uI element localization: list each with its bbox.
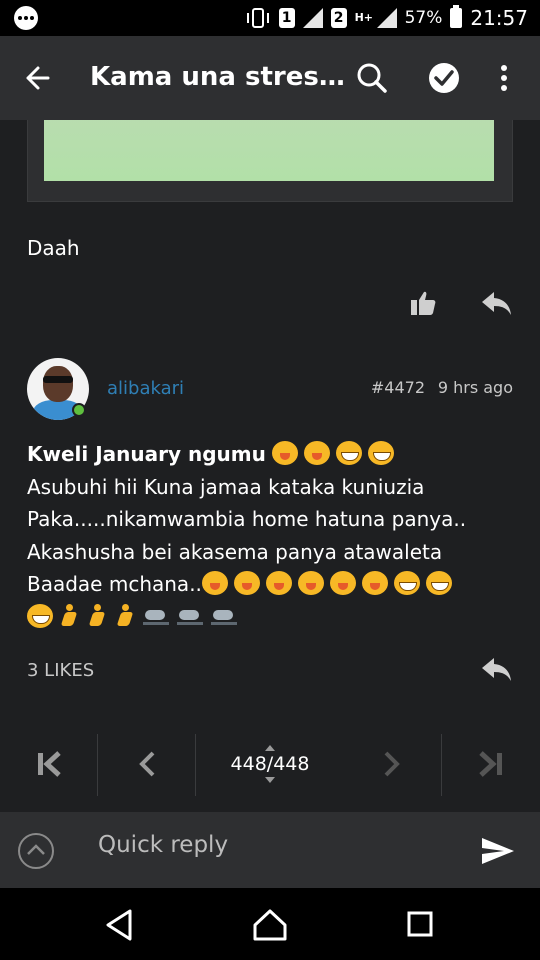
reply-arrow-icon <box>482 292 511 315</box>
thread-content[interactable]: Daah alibakari #4472 9 hrs ago Kweli Jan… <box>0 120 540 812</box>
post-line-4: Akashusha bei akasema panya atawaleta <box>27 539 443 564</box>
battery-icon <box>450 5 463 28</box>
post-line-2: Asubuhi hii Kuna jamaa kataka kuniuzia <box>27 474 425 499</box>
post-line-1: Kweli January ngumu <box>27 442 266 466</box>
online-status-dot <box>72 403 86 417</box>
quick-reply-input[interactable]: Quick reply <box>98 832 228 858</box>
nav-home-button[interactable] <box>252 908 288 946</box>
send-icon <box>482 838 514 864</box>
grinning-emoji-icon <box>27 603 53 628</box>
squinting-tongue-emoji-icon <box>265 571 292 595</box>
system-navigation-bar <box>0 888 540 960</box>
previous-post-text: Daah <box>27 236 80 260</box>
squinting-tongue-emoji-icon <box>297 571 324 595</box>
nav-back-button[interactable] <box>104 908 136 946</box>
post-line-5: Baadae mchana.. <box>27 572 202 596</box>
nav-recents-button[interactable] <box>406 910 434 942</box>
search-button[interactable] <box>352 58 392 98</box>
post-time: 9 hrs ago <box>437 378 513 397</box>
expand-reply-button[interactable] <box>17 832 55 874</box>
grinning-emoji-icon <box>425 571 452 595</box>
nav-back-icon <box>106 909 132 941</box>
back-arrow-icon <box>26 66 50 90</box>
like-button[interactable] <box>408 288 438 322</box>
app-bar: Kama una stres… <box>0 36 540 120</box>
squinting-tongue-emoji-icon <box>304 441 331 465</box>
last-page-button[interactable] <box>442 732 540 796</box>
attached-image-frame <box>27 120 513 202</box>
post-reply-button[interactable] <box>480 654 514 688</box>
thumbs-up-icon <box>411 291 436 315</box>
page-indicator: 448/448 <box>230 753 310 775</box>
dash-emoji-icon <box>143 604 171 628</box>
page-title: Kama una stres… <box>90 62 345 92</box>
pagination-bar: 448/448 <box>0 732 540 796</box>
post-number[interactable]: #4472 <box>371 378 425 397</box>
status-bar: 1 2 H+ 57% 21:57 <box>0 0 540 36</box>
network-type: H+ <box>354 11 373 24</box>
caret-down-icon <box>265 777 275 783</box>
nav-home-icon <box>253 909 287 941</box>
vibrate-icon <box>246 8 269 28</box>
chevron-up-circle-icon <box>18 833 54 869</box>
squinting-tongue-emoji-icon <box>361 571 388 595</box>
walking-person-emoji-icon <box>59 603 81 628</box>
first-page-button[interactable] <box>0 732 97 796</box>
quick-reply-bar: Quick reply <box>0 812 540 888</box>
signal2-icon <box>376 8 397 28</box>
search-icon <box>357 63 387 93</box>
battery-percent: 57% <box>404 8 443 28</box>
next-page-button[interactable] <box>344 732 440 796</box>
dash-emoji-icon <box>177 604 205 628</box>
chat-notification-icon <box>14 6 38 30</box>
post-header: alibakari #4472 9 hrs ago <box>27 358 513 422</box>
more-vertical-icon <box>501 65 507 91</box>
post-username[interactable]: alibakari <box>107 378 184 399</box>
caret-up-icon <box>265 745 275 751</box>
previous-page-button[interactable] <box>98 732 195 796</box>
squinting-tongue-emoji-icon <box>272 441 299 465</box>
squinting-tongue-emoji-icon <box>233 571 260 595</box>
reply-arrow-icon <box>482 658 511 681</box>
dash-emoji-icon <box>211 604 239 628</box>
mark-read-button[interactable] <box>424 58 464 98</box>
grinning-emoji-icon <box>336 441 363 465</box>
running-person-emoji-icon <box>87 603 109 628</box>
signal1-icon <box>302 8 323 28</box>
grinning-emoji-icon <box>393 571 420 595</box>
grinning-emoji-icon <box>368 441 395 465</box>
likes-count[interactable]: 3 LIKES <box>27 660 94 681</box>
clock: 21:57 <box>470 6 528 30</box>
reply-button[interactable] <box>480 288 514 322</box>
squinting-tongue-emoji-icon <box>201 571 228 595</box>
status-icons: 1 2 H+ 57% 21:57 <box>245 0 528 36</box>
nav-recents-icon <box>407 911 433 937</box>
overflow-menu-button[interactable] <box>488 58 520 98</box>
attached-image[interactable] <box>44 120 494 181</box>
last-page-icon <box>479 751 502 777</box>
running-person-emoji-icon <box>115 603 137 628</box>
squinting-tongue-emoji-icon <box>329 571 356 595</box>
first-page-icon <box>37 751 61 777</box>
sim1-indicator: 1 <box>278 8 295 28</box>
post-body: Kweli January ngumu Asubuhi hii Kuna jam… <box>27 438 517 633</box>
page-selector[interactable]: 448/448 <box>196 732 344 796</box>
back-button[interactable] <box>22 60 62 96</box>
chevron-left-icon <box>138 751 154 777</box>
send-button[interactable] <box>480 836 516 870</box>
sim2-indicator: 2 <box>330 8 347 28</box>
post-line-3: Paka.....nikamwambia home hatuna panya.. <box>27 507 467 531</box>
check-circle-icon <box>429 63 459 93</box>
chevron-right-icon <box>384 751 400 777</box>
